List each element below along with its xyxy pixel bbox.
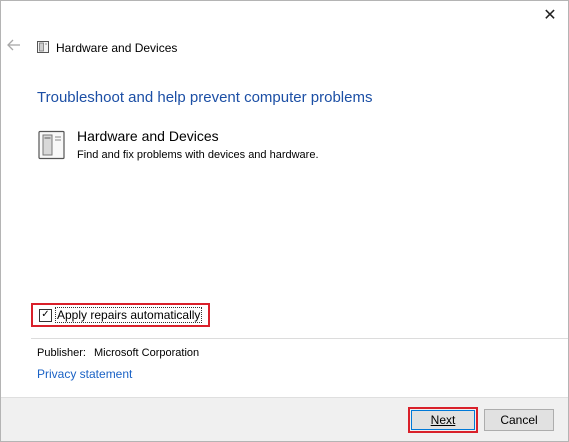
troubleshooter-window: ✕ Hardware and Devices Troubleshoot and … xyxy=(0,0,569,442)
apply-repairs-highlight: ✓ Apply repairs automatically xyxy=(31,303,210,327)
publisher-value: Microsoft Corporation xyxy=(93,347,200,359)
apply-repairs-label[interactable]: Apply repairs automatically xyxy=(55,307,203,323)
window-title: Hardware and Devices xyxy=(56,41,178,55)
hardware-devices-icon xyxy=(37,41,49,53)
next-highlight: Next xyxy=(408,407,478,433)
apply-repairs-checkbox[interactable]: ✓ xyxy=(39,308,52,322)
back-arrow-icon[interactable] xyxy=(7,38,21,52)
checkmark-icon: ✓ xyxy=(41,309,50,320)
publisher-info: Publisher: Microsoft Corporation xyxy=(37,347,199,359)
privacy-statement-link[interactable]: Privacy statement xyxy=(37,367,132,381)
page-heading: Troubleshoot and help prevent computer p… xyxy=(37,89,373,106)
hardware-devices-icon xyxy=(38,130,65,160)
cancel-button[interactable]: Cancel xyxy=(484,409,554,431)
divider xyxy=(31,338,568,339)
troubleshooter-description: Find and fix problems with devices and h… xyxy=(77,149,319,161)
publisher-label: Publisher: xyxy=(37,347,86,359)
close-icon: ✕ xyxy=(543,7,557,24)
next-button[interactable]: Next xyxy=(411,410,475,430)
dialog-footer: Next Cancel xyxy=(1,397,568,441)
troubleshooter-title: Hardware and Devices xyxy=(77,128,219,144)
close-button[interactable]: ✕ xyxy=(540,5,560,25)
